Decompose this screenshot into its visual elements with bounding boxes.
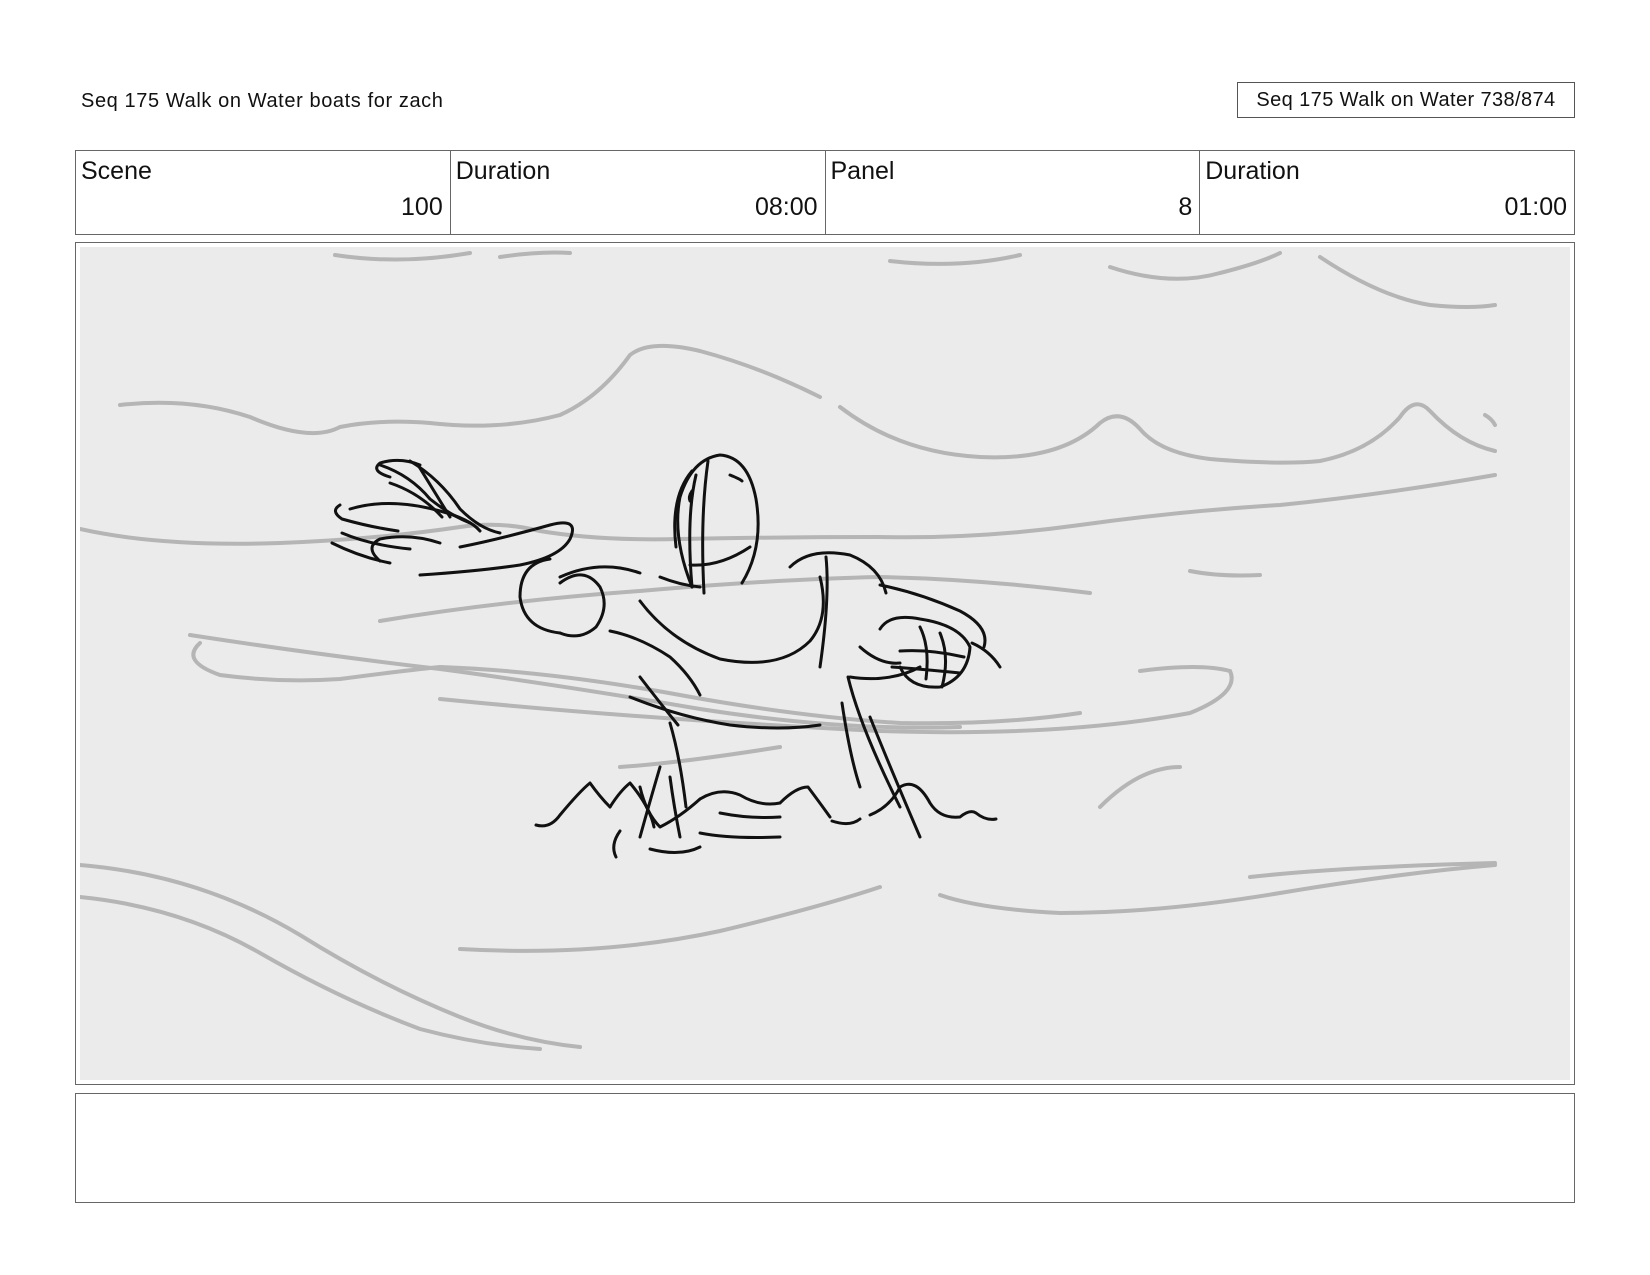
sketch-drawing	[80, 250, 1497, 1051]
scene-duration-label: Duration	[455, 157, 551, 185]
panel-label: Panel	[830, 157, 895, 185]
sequence-title: Seq 175 Walk on Water boats for zach	[81, 90, 444, 112]
scene-duration-cell: Duration 08:00	[451, 151, 826, 234]
scene-info-table: Scene 100 Duration 08:00 Panel 8 Duratio…	[75, 150, 1575, 235]
storyboard-panel-frame	[75, 242, 1575, 1085]
panel-cell: Panel 8	[826, 151, 1201, 234]
storyboard-sketch	[80, 247, 1570, 1080]
panel-duration-value: 01:00	[1504, 193, 1567, 221]
background-waves	[80, 250, 1497, 1051]
panel-notes-box	[75, 1093, 1575, 1203]
scene-duration-value: 08:00	[754, 193, 818, 221]
scene-cell: Scene 100	[76, 151, 451, 234]
panel-duration-cell: Duration 01:00	[1200, 151, 1574, 234]
scene-value: 100	[401, 193, 443, 221]
panel-duration-label: Duration	[1205, 157, 1300, 185]
page-counter: Seq 175 Walk on Water 738/874	[1237, 82, 1575, 118]
scene-label: Scene	[81, 157, 152, 185]
figure-sketch	[330, 453, 1002, 859]
panel-value: 8	[1178, 193, 1193, 221]
